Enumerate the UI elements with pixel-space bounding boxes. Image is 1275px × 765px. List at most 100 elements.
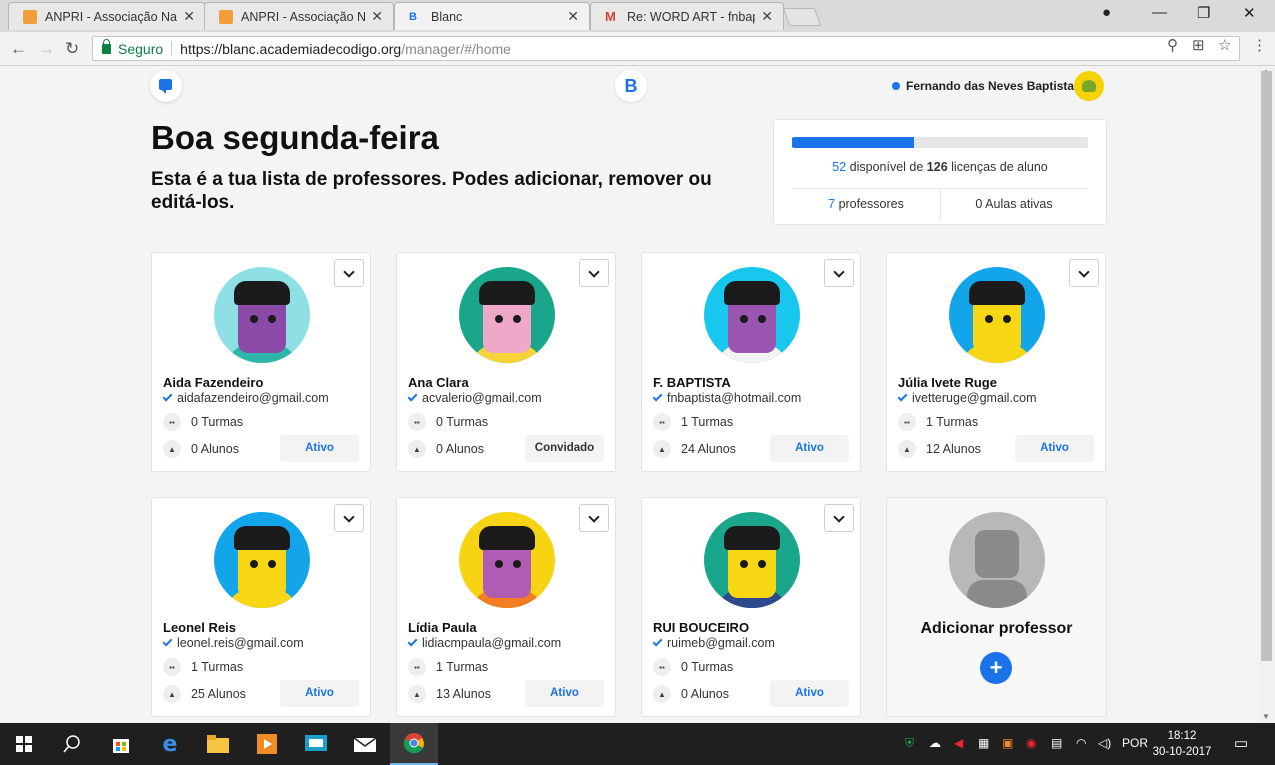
file-explorer-icon[interactable] bbox=[194, 723, 242, 765]
browser-tab[interactable]: M Re: WORD ART - fnbaptis ✕ bbox=[590, 2, 784, 30]
students-icon: ▲ bbox=[408, 440, 426, 458]
status-button[interactable]: Convidado bbox=[525, 435, 604, 462]
translate-icon[interactable]: ⊞ bbox=[1192, 36, 1205, 54]
teacher-avatar bbox=[459, 512, 555, 608]
close-window-icon[interactable]: ✕ bbox=[1243, 4, 1256, 22]
app-logo[interactable]: B bbox=[615, 70, 647, 102]
back-icon[interactable]: ← bbox=[10, 39, 27, 59]
status-button[interactable]: Ativo bbox=[1015, 435, 1094, 462]
teacher-card[interactable]: Leonel Reis leonel.reis@gmail.com ▪▪ 1 T… bbox=[151, 497, 371, 717]
card-menu-button[interactable] bbox=[579, 259, 609, 287]
windows-start-icon[interactable] bbox=[0, 723, 48, 765]
teacher-email: ruimeb@gmail.com bbox=[652, 636, 775, 650]
media-player-icon[interactable] bbox=[243, 723, 291, 765]
classes-row: ▪▪ 0 Turmas bbox=[408, 413, 488, 431]
status-button[interactable]: Ativo bbox=[770, 435, 849, 462]
students-row: ▲ 0 Alunos bbox=[653, 685, 729, 703]
app-tray-icon[interactable]: ▣ bbox=[1002, 736, 1013, 750]
minimize-icon[interactable]: — bbox=[1152, 4, 1167, 21]
speaker-warning-icon[interactable]: ◀ bbox=[954, 736, 963, 750]
new-tab-button[interactable] bbox=[782, 8, 822, 26]
store-icon[interactable] bbox=[97, 723, 145, 765]
defender-icon[interactable]: ⛨ bbox=[905, 736, 914, 751]
status-button[interactable]: Ativo bbox=[280, 435, 359, 462]
close-tab-icon[interactable]: ✕ bbox=[183, 8, 195, 25]
teachers-stat: 7 professores bbox=[792, 197, 940, 211]
teacher-card[interactable]: RUI BOUCEIRO ruimeb@gmail.com ▪▪ 0 Turma… bbox=[641, 497, 861, 717]
teacher-avatar bbox=[214, 267, 310, 363]
students-count: 13 Alunos bbox=[436, 687, 491, 701]
teacher-card[interactable]: Ana Clara acvalerio@gmail.com ▪▪ 0 Turma… bbox=[396, 252, 616, 472]
page-scrollbar[interactable]: ▲ ▼ bbox=[1258, 67, 1275, 723]
browser-tab[interactable]: ANPRI - Associação Naci ✕ bbox=[204, 2, 394, 30]
user-menu[interactable]: Fernando das Neves Baptista bbox=[892, 79, 1074, 93]
antivirus-icon[interactable]: ◉ bbox=[1026, 736, 1036, 750]
scrollbar-thumb[interactable] bbox=[1261, 71, 1272, 661]
bookmark-star-icon[interactable]: ☆ bbox=[1218, 36, 1231, 54]
secure-label: Seguro bbox=[118, 40, 164, 57]
profile-icon[interactable]: ● bbox=[1102, 4, 1111, 21]
clock[interactable]: 18:12 30-10-2017 bbox=[1150, 728, 1214, 760]
add-teacher-button[interactable]: + bbox=[980, 652, 1012, 684]
app-tray-icon[interactable]: ▤ bbox=[1051, 736, 1062, 750]
close-tab-icon[interactable]: ✕ bbox=[371, 8, 383, 25]
mail-icon[interactable] bbox=[341, 723, 389, 765]
remote-desktop-icon[interactable] bbox=[292, 723, 340, 765]
status-button[interactable]: Ativo bbox=[525, 680, 604, 707]
chat-button[interactable] bbox=[150, 70, 182, 102]
close-tab-icon[interactable]: ✕ bbox=[761, 8, 773, 25]
avatar-hair bbox=[724, 526, 780, 550]
zoom-icon[interactable]: ⚲ bbox=[1167, 36, 1178, 54]
url-field[interactable]: Seguro https://blanc.academiadecodigo.or… bbox=[92, 36, 1240, 61]
card-menu-button[interactable] bbox=[824, 259, 854, 287]
chrome-icon[interactable] bbox=[390, 723, 438, 765]
classes-count: 0 Turmas bbox=[436, 415, 489, 429]
clock-time: 18:12 bbox=[1167, 730, 1197, 742]
status-button[interactable]: Ativo bbox=[280, 680, 359, 707]
teacher-avatar bbox=[704, 512, 800, 608]
restore-icon[interactable]: ❐ bbox=[1197, 4, 1210, 22]
classes-row: ▪▪ 1 Turmas bbox=[163, 658, 243, 676]
page-subtitle: Esta é a tua lista de professores. Podes… bbox=[151, 169, 712, 213]
avatar-eye bbox=[985, 315, 993, 323]
classes-row: ▪▪ 1 Turmas bbox=[408, 658, 488, 676]
wifi-icon[interactable]: ◠ bbox=[1076, 736, 1086, 750]
avatar-hair bbox=[234, 281, 290, 305]
verified-check-icon bbox=[162, 636, 173, 647]
teachers-count: 7 bbox=[828, 197, 836, 211]
notifications-icon[interactable]: ▭ bbox=[1234, 734, 1248, 752]
volume-icon[interactable]: ◁) bbox=[1098, 736, 1111, 750]
classes-count: 0 bbox=[975, 197, 983, 211]
teacher-email: ivetteruge@gmail.com bbox=[897, 391, 1037, 405]
classes-stat: 0 Aulas ativas bbox=[940, 197, 1088, 211]
classes-icon: ▪▪ bbox=[163, 658, 181, 676]
card-menu-button[interactable] bbox=[579, 504, 609, 532]
browser-tab-active[interactable]: B Blanc ✕ bbox=[394, 2, 590, 30]
licenses-total-label: licenças de aluno bbox=[951, 160, 1048, 174]
forward-icon[interactable]: → bbox=[38, 39, 55, 59]
reload-icon[interactable]: ↻ bbox=[65, 39, 79, 59]
classes-count: 0 Turmas bbox=[681, 660, 734, 674]
teacher-card[interactable]: Aida Fazendeiro aidafazendeiro@gmail.com… bbox=[151, 252, 371, 472]
teacher-card[interactable]: F. BAPTISTA fnbaptista@hotmail.com ▪▪ 1 … bbox=[641, 252, 861, 472]
edge-icon[interactable]: e bbox=[146, 723, 194, 765]
onedrive-icon[interactable]: ☁ bbox=[929, 736, 941, 750]
language-indicator[interactable]: POR bbox=[1122, 736, 1148, 750]
card-menu-button[interactable] bbox=[1069, 259, 1099, 287]
browser-tab[interactable]: ANPRI - Associação Naci ✕ bbox=[8, 2, 206, 30]
chat-icon bbox=[159, 79, 172, 94]
teacher-card[interactable]: Júlia Ivete Ruge ivetteruge@gmail.com ▪▪… bbox=[886, 252, 1106, 472]
status-button[interactable]: Ativo bbox=[770, 680, 849, 707]
search-icon[interactable] bbox=[48, 723, 96, 765]
classes-icon: ▪▪ bbox=[653, 413, 671, 431]
add-teacher-card[interactable]: Adicionar professor + bbox=[886, 497, 1107, 717]
card-menu-button[interactable] bbox=[334, 504, 364, 532]
scroll-down-icon[interactable]: ▼ bbox=[1262, 712, 1270, 721]
menu-icon[interactable]: ⋮ bbox=[1252, 36, 1267, 54]
card-menu-button[interactable] bbox=[824, 504, 854, 532]
card-menu-button[interactable] bbox=[334, 259, 364, 287]
close-tab-icon[interactable]: ✕ bbox=[567, 8, 579, 25]
teacher-card[interactable]: Lídia Paula lidiacmpaula@gmail.com ▪▪ 1 … bbox=[396, 497, 616, 717]
app-tray-icon[interactable]: ▦ bbox=[978, 736, 989, 750]
user-avatar[interactable] bbox=[1074, 71, 1104, 101]
